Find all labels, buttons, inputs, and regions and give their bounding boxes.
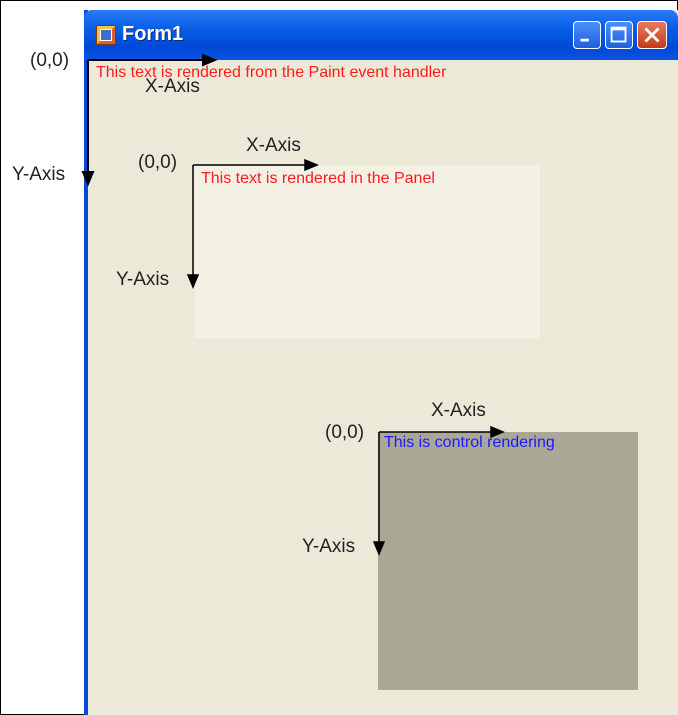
form-x-axis-label: X-Axis <box>145 76 200 97</box>
axis-arrows <box>81 53 505 556</box>
control-origin-label: (0,0) <box>325 422 365 443</box>
form-origin-label: (0,0) <box>30 50 70 71</box>
panel-paint-text: This text is rendered in the Panel <box>201 170 435 187</box>
panel-origin-label: (0,0) <box>138 152 178 173</box>
control-x-axis-label: X-Axis <box>431 400 486 421</box>
panel-y-axis-label: Y-Axis <box>116 269 170 290</box>
form-y-axis-label: Y-Axis <box>12 164 66 185</box>
panel-x-axis-label: X-Axis <box>246 135 301 156</box>
control-y-axis-label: Y-Axis <box>302 536 356 557</box>
control-paint-text: This is control rendering <box>384 434 555 451</box>
